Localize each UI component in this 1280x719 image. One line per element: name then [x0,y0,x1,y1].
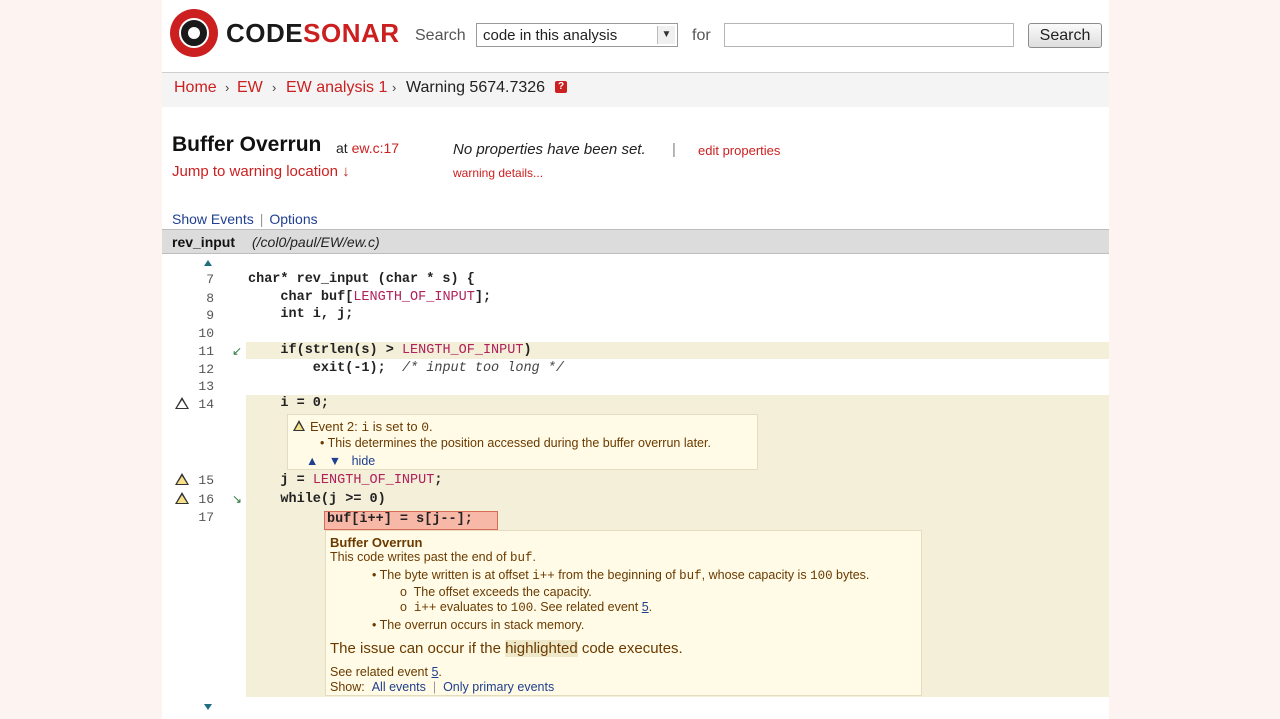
line-number: 11 [198,344,214,359]
code-line-15: j = LENGTH_OF_INPUT; [248,473,443,488]
buffer-overrun-annotation: Buffer Overrun This code writes past the… [325,530,922,696]
previous-event-icon[interactable]: ▲ [306,454,318,468]
page: CODESONAR Search code in this analysis ▼ … [162,0,1109,719]
branch-enter-icon: ↙ [232,344,243,358]
code-line-9: int i, j; [248,307,354,322]
event-2-annotation: Event 2: i is set to 0. • This determine… [287,414,758,470]
next-event-icon[interactable]: ▼ [329,454,341,468]
show-primary-events-link[interactable]: Only primary events [443,680,554,694]
tab-show-events[interactable]: Show Events [172,211,254,227]
search-query-input[interactable] [724,23,1014,47]
breadcrumb-ew[interactable]: EW [237,79,263,97]
file-path: (/col0/paul/EW/ew.c) [252,234,380,250]
breadcrumb-separator: › [392,80,397,95]
scroll-down-icon[interactable] [204,704,212,710]
warning-details-link[interactable]: warning details... [453,166,543,180]
warning-marker-icon[interactable] [175,473,189,485]
header-bar: CODESONAR Search code in this analysis ▼ … [162,0,1109,73]
line-number: 8 [206,291,214,306]
code-line-7: char* rev_input (char * s) { [248,272,475,287]
line-number: 17 [198,510,214,525]
warning-marker-icon[interactable] [175,492,189,504]
page-title: Buffer Overrun [172,133,322,156]
event-warning-icon [293,420,305,431]
file-header: rev_input (/col0/paul/EW/ew.c) [162,229,1109,254]
show-all-events-link[interactable]: All events [372,680,426,694]
line-number: 9 [206,308,214,323]
for-label: for [692,27,711,44]
brand-name[interactable]: CODESONAR [226,18,400,49]
line-number: 13 [198,379,214,394]
help-icon[interactable]: ? [555,81,567,93]
breadcrumb-separator: › [272,80,277,95]
divider: | [672,141,676,158]
breadcrumb-home[interactable]: Home [174,79,217,97]
search-button[interactable]: Search [1028,23,1102,48]
dropdown-arrow-icon[interactable]: ▼ [657,26,675,44]
code-line-16: while(j >= 0) [248,492,386,507]
line-number: 12 [198,362,214,377]
related-event-link[interactable]: 5 [642,600,649,614]
location-link[interactable]: ew.c:17 [352,140,399,156]
function-name: rev_input [172,234,236,250]
view-tabs: Show Events | Options [172,211,318,227]
code-line-17: buf[i++] = s[j--]; [327,512,473,527]
code-line-14: i = 0; [248,396,330,411]
line-number: 10 [198,326,214,341]
search-label: Search [415,27,466,44]
hide-event-link[interactable]: hide [352,454,376,468]
properties-status: No properties have been set. [453,141,646,158]
breadcrumb-current-warning: Warning 5674.7326 [406,79,546,96]
line-number: 7 [206,272,214,287]
tab-options[interactable]: Options [269,211,317,227]
code-line-11: if(strlen(s) > LENGTH_OF_INPUT) [248,343,532,358]
codesonar-logo-icon[interactable] [170,9,218,57]
warning-location: at ew.c:17 [336,140,400,156]
breadcrumb-ew-analysis[interactable]: EW analysis 1 [286,79,387,97]
event-marker-icon[interactable] [175,397,189,409]
code-line-8: char buf[LENGTH_OF_INPUT]; [248,290,492,305]
branch-exit-icon: ↘ [232,492,243,506]
scroll-up-icon[interactable] [204,260,212,266]
breadcrumb-separator: › [225,80,230,95]
code-line-12: exit(-1); /* input too long */ [248,361,564,376]
jump-to-location-link[interactable]: Jump to warning location ↓ [172,163,350,180]
edit-properties-link[interactable]: edit properties [698,143,780,158]
search-scope-select[interactable]: code in this analysis ▼ [476,23,678,47]
